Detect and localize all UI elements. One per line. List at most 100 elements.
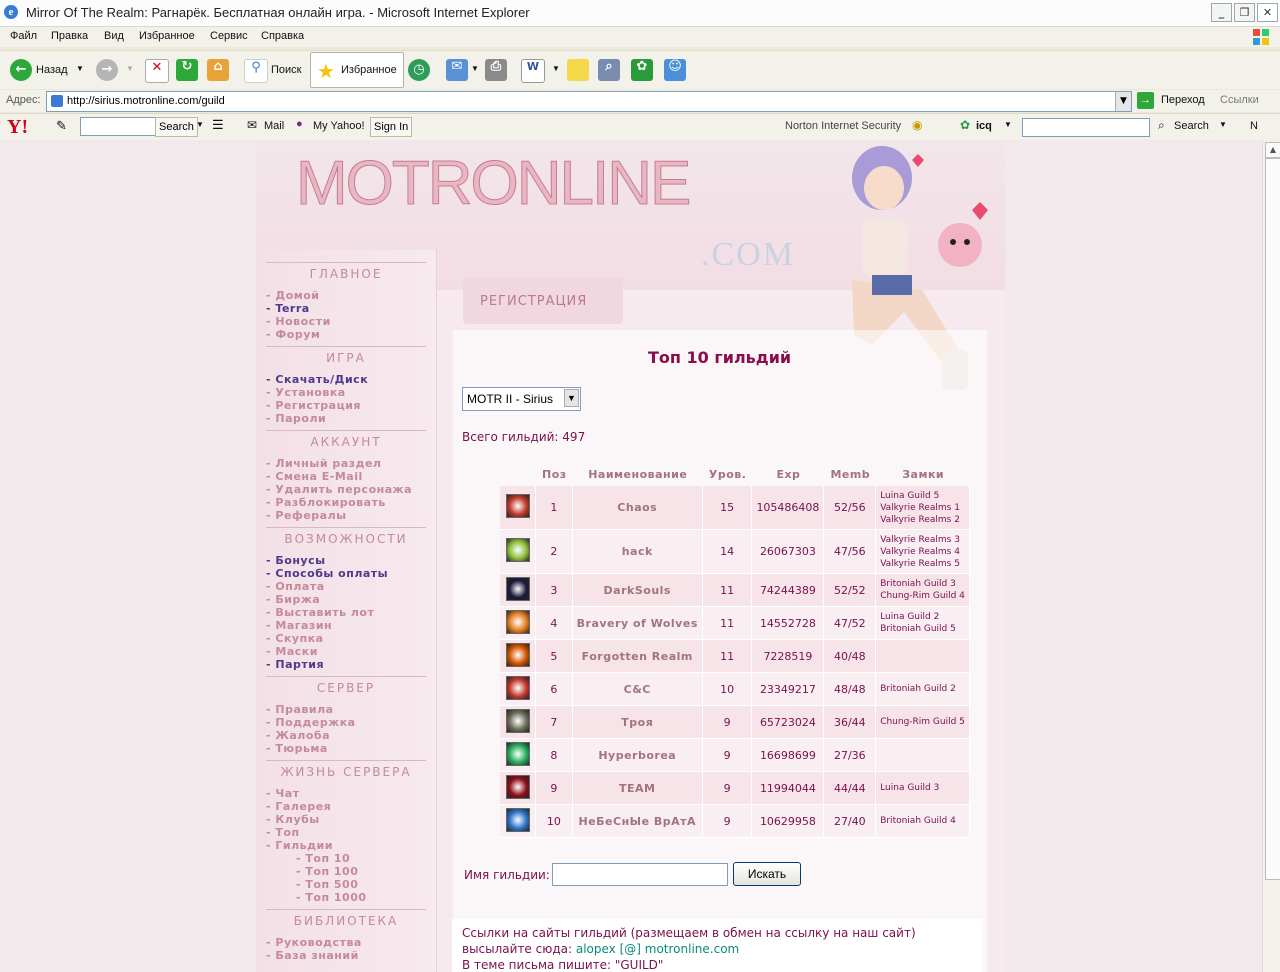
sidebar-item-chat[interactable]: - Чат xyxy=(266,787,300,800)
sidebar-item-exchange[interactable]: - Биржа xyxy=(266,593,320,606)
yahoo-logo[interactable]: Y! xyxy=(7,116,28,139)
yahoo-search-input[interactable] xyxy=(80,117,156,136)
mail-button[interactable]: ✉ ▼ xyxy=(445,57,479,83)
refresh-button[interactable]: ↻ xyxy=(175,57,199,83)
close-button[interactable]: ✕ xyxy=(1257,3,1278,22)
back-button[interactable]: ← Назад ▼ xyxy=(8,57,90,83)
sidebar-item-top[interactable]: - Топ xyxy=(266,826,300,839)
messenger-button[interactable]: ☺ xyxy=(663,57,689,83)
icq-search-button[interactable]: Search xyxy=(1174,120,1209,132)
menu-tools[interactable]: Сервис xyxy=(210,30,248,42)
print-button[interactable]: ⎙ xyxy=(484,57,510,83)
icq-button[interactable]: ✿ xyxy=(630,57,656,83)
sidebar-item-bonuses[interactable]: - Бонусы xyxy=(266,554,326,567)
icq-dropdown-icon[interactable]: ▼ xyxy=(1004,120,1012,129)
favorites-button[interactable]: ★ Избранное xyxy=(310,52,404,88)
icq-search-input[interactable] xyxy=(1022,118,1150,137)
sidebar-item-top-1000[interactable]: - Топ 1000 xyxy=(296,891,367,904)
vertical-scrollbar[interactable]: ▲ xyxy=(1262,140,1280,972)
menu-view[interactable]: Вид xyxy=(104,30,124,42)
sidebar-item-passwords[interactable]: - Пароли xyxy=(266,412,326,425)
guild-name[interactable]: НеБеСнЫе ВрАтА xyxy=(572,805,703,838)
research-button[interactable]: ⌕ xyxy=(597,57,623,83)
sidebar-item-post-lot[interactable]: - Выставить лот xyxy=(266,606,374,619)
scroll-up-icon[interactable]: ▲ xyxy=(1265,142,1280,158)
menu-favorites[interactable]: Избранное xyxy=(139,30,195,42)
minimize-button[interactable]: _ xyxy=(1211,3,1232,22)
chevron-down-icon[interactable]: ▼ xyxy=(564,389,579,407)
norton-icon[interactable]: ◉ xyxy=(912,118,922,132)
sidebar-item-delete-char[interactable]: - Удалить персонажа xyxy=(266,483,412,496)
maximize-button[interactable]: ❐ xyxy=(1234,3,1255,22)
sidebar-item-personal[interactable]: - Личный раздел xyxy=(266,457,381,470)
sidebar-item-party[interactable]: - Партия xyxy=(266,658,324,671)
mail-dropdown-icon[interactable]: ▼ xyxy=(471,64,479,73)
guild-name[interactable]: Bravery of Wolves xyxy=(572,607,703,640)
sidebar-item-register[interactable]: - Регистрация xyxy=(266,399,361,412)
sidebar-item-top-500[interactable]: - Топ 500 xyxy=(296,878,358,891)
stop-button[interactable]: ✕ xyxy=(144,57,169,83)
sidebar-item-gallery[interactable]: - Галерея xyxy=(266,800,331,813)
yahoo-mail-link[interactable]: Mail xyxy=(264,120,284,132)
home-button[interactable]: ⌂ xyxy=(206,57,232,83)
sidebar-item-guilds[interactable]: - Гильдии xyxy=(266,839,333,852)
sidebar-item-clubs[interactable]: - Клубы xyxy=(266,813,320,826)
register-tab[interactable]: РЕГИСТРАЦИЯ xyxy=(463,278,623,324)
yahoo-menu-icon[interactable]: ☰ xyxy=(212,117,224,133)
guild-name[interactable]: Chaos xyxy=(572,486,703,530)
guild-name[interactable]: Forgotten Realm xyxy=(572,640,703,673)
address-dropdown-icon[interactable]: ▼ xyxy=(1115,92,1131,111)
sidebar-item-payment[interactable]: - Оплата xyxy=(266,580,325,593)
sidebar-item-change-email[interactable]: - Смена E-Mail xyxy=(266,470,363,483)
guild-name[interactable]: DarkSouls xyxy=(572,574,703,607)
links-toolbar[interactable]: Ссылки xyxy=(1220,94,1259,106)
edit-button[interactable]: W ▼ xyxy=(520,57,562,83)
site-logo[interactable]: MOTRONLINE xyxy=(295,148,691,219)
guild-name[interactable]: hack xyxy=(572,530,703,574)
sidebar-item-terra[interactable]: - Terra xyxy=(266,302,310,315)
sidebar-item-guides[interactable]: - Руководства xyxy=(266,936,362,949)
icq-label[interactable]: icq xyxy=(976,120,992,132)
sidebar-item-top-10[interactable]: - Топ 10 xyxy=(296,852,350,865)
sidebar-item-forum[interactable]: - Форум xyxy=(266,328,320,341)
search2-dropdown-icon[interactable]: ▼ xyxy=(1219,120,1227,129)
sign-in-button[interactable]: Sign In xyxy=(370,117,413,137)
n-button[interactable]: N xyxy=(1250,120,1258,132)
guild-search-input[interactable] xyxy=(552,863,728,886)
edit-dropdown-icon[interactable]: ▼ xyxy=(552,64,560,73)
sidebar-item-buyback[interactable]: - Скупка xyxy=(266,632,324,645)
sidebar-item-download[interactable]: - Скачать/Диск xyxy=(266,373,368,386)
menu-help[interactable]: Справка xyxy=(261,30,304,42)
contact-email-link[interactable]: alopex [@] motronline.com xyxy=(576,942,739,956)
address-input[interactable]: http://sirius.motronline.com/guild ▼ xyxy=(46,91,1132,112)
sidebar-item-install[interactable]: - Установка xyxy=(266,386,346,399)
yahoo-search-button[interactable]: Search xyxy=(155,117,198,137)
menu-edit[interactable]: Правка xyxy=(51,30,88,42)
search-button[interactable]: ⚲ Поиск xyxy=(243,57,305,83)
menu-file[interactable]: Файл xyxy=(10,30,37,42)
pencil-icon[interactable]: ✎ xyxy=(56,118,67,134)
scrollbar-thumb[interactable] xyxy=(1265,158,1280,880)
sidebar-item-home[interactable]: - Домой xyxy=(266,289,320,302)
guild-name[interactable]: Hyperborea xyxy=(572,739,703,772)
norton-label[interactable]: Norton Internet Security xyxy=(785,120,901,132)
sidebar-item-rules[interactable]: - Правила xyxy=(266,703,334,716)
guild-name[interactable]: Троя xyxy=(572,706,703,739)
server-select[interactable]: MOTR II - Sirius ▼ xyxy=(462,387,581,411)
history-button[interactable]: ◷ xyxy=(407,57,433,83)
sidebar-item-jail[interactable]: - Тюрьма xyxy=(266,742,328,755)
sidebar-item-top-100[interactable]: - Топ 100 xyxy=(296,865,358,878)
discuss-button[interactable] xyxy=(566,57,592,83)
sidebar-item-masks[interactable]: - Маски xyxy=(266,645,318,658)
guild-name[interactable]: TEAM xyxy=(572,772,703,805)
sidebar-item-news[interactable]: - Новости xyxy=(266,315,331,328)
sidebar-item-shop[interactable]: - Магазин xyxy=(266,619,332,632)
back-dropdown-icon[interactable]: ▼ xyxy=(76,64,84,73)
forward-button[interactable]: → ▼ xyxy=(94,57,136,83)
sidebar-item-complaint[interactable]: - Жалоба xyxy=(266,729,330,742)
yahoo-search-dropdown-icon[interactable]: ▼ xyxy=(196,120,204,129)
guild-name[interactable]: C&C xyxy=(572,673,703,706)
sidebar-item-knowledge-base[interactable]: - База знаний xyxy=(266,949,359,962)
sidebar-item-unblock[interactable]: - Разблокировать xyxy=(266,496,386,509)
my-yahoo-link[interactable]: My Yahoo! xyxy=(313,120,365,132)
